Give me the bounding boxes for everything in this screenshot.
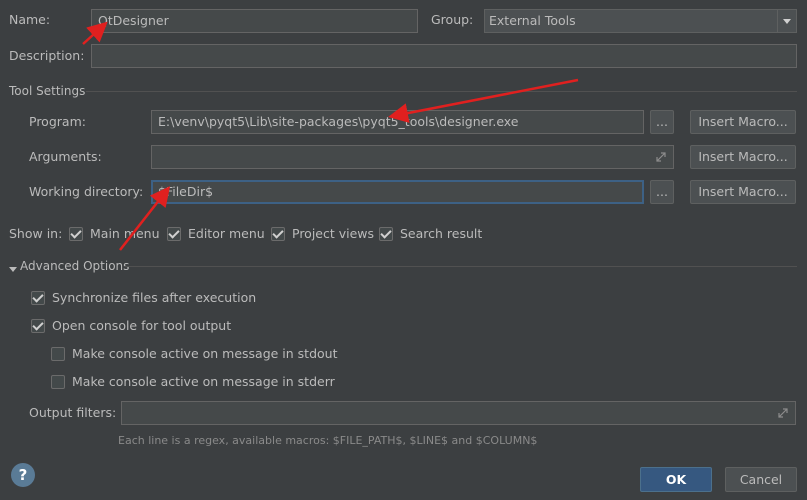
arguments-insert-macro-button[interactable]: Insert Macro... bbox=[690, 145, 796, 169]
description-label: Description: bbox=[9, 48, 85, 63]
sync-files-checkbox[interactable] bbox=[31, 291, 45, 305]
arguments-field[interactable] bbox=[151, 145, 674, 169]
output-filters-label: Output filters: bbox=[29, 405, 117, 420]
chevron-down-icon[interactable] bbox=[777, 10, 796, 32]
program-field[interactable]: E:\venv\pyqt5\Lib\site-packages\pyqt5_to… bbox=[151, 110, 644, 134]
open-console-label: Open console for tool output bbox=[52, 318, 232, 333]
console-active-stdout-label: Make console active on message in stdout bbox=[72, 346, 338, 361]
output-filters-hint: Each line is a regex, available macros: … bbox=[118, 434, 538, 447]
expand-icon[interactable] bbox=[777, 407, 789, 422]
console-active-stderr-label: Make console active on message in stderr bbox=[72, 374, 335, 389]
show-in-label: Show in: bbox=[9, 226, 63, 241]
sync-files-label: Synchronize files after execution bbox=[52, 290, 257, 305]
tool-settings-separator bbox=[86, 91, 797, 92]
name-label: Name: bbox=[9, 12, 51, 27]
main-menu-label: Main menu bbox=[90, 226, 160, 241]
description-field[interactable] bbox=[91, 44, 797, 68]
open-console-checkbox[interactable] bbox=[31, 319, 45, 333]
expand-icon[interactable] bbox=[655, 151, 667, 166]
working-directory-browse-button[interactable]: ... bbox=[650, 180, 674, 204]
advanced-options-separator bbox=[124, 266, 797, 267]
advanced-options-title[interactable]: Advanced Options bbox=[20, 258, 129, 274]
group-select-value: External Tools bbox=[489, 13, 576, 28]
working-directory-field[interactable]: $FileDir$ bbox=[151, 180, 644, 204]
annotation-arrows bbox=[82, 21, 579, 251]
collapse-triangle-icon[interactable] bbox=[9, 262, 17, 277]
search-result-checkbox[interactable] bbox=[379, 227, 393, 241]
working-directory-label: Working directory: bbox=[29, 184, 144, 199]
console-active-stderr-checkbox[interactable] bbox=[51, 375, 65, 389]
editor-menu-label: Editor menu bbox=[188, 226, 265, 241]
project-views-checkbox[interactable] bbox=[271, 227, 285, 241]
main-menu-checkbox[interactable] bbox=[69, 227, 83, 241]
arguments-label: Arguments: bbox=[29, 149, 102, 164]
tool-settings-title: Tool Settings bbox=[9, 84, 86, 98]
help-icon[interactable]: ? bbox=[11, 463, 35, 487]
group-label: Group: bbox=[431, 12, 474, 27]
name-field[interactable]: QtDesigner bbox=[91, 9, 418, 33]
program-insert-macro-button[interactable]: Insert Macro... bbox=[690, 110, 796, 134]
search-result-label: Search result bbox=[400, 226, 483, 241]
output-filters-field[interactable] bbox=[121, 401, 796, 425]
program-label: Program: bbox=[29, 114, 86, 129]
group-select[interactable]: External Tools bbox=[484, 9, 797, 33]
program-browse-button[interactable]: ... bbox=[650, 110, 674, 134]
project-views-label: Project views bbox=[292, 226, 375, 241]
console-active-stdout-checkbox[interactable] bbox=[51, 347, 65, 361]
working-directory-insert-macro-button[interactable]: Insert Macro... bbox=[690, 180, 796, 204]
editor-menu-checkbox[interactable] bbox=[167, 227, 181, 241]
cancel-button[interactable]: Cancel bbox=[725, 467, 797, 492]
ok-button[interactable]: OK bbox=[640, 467, 712, 492]
